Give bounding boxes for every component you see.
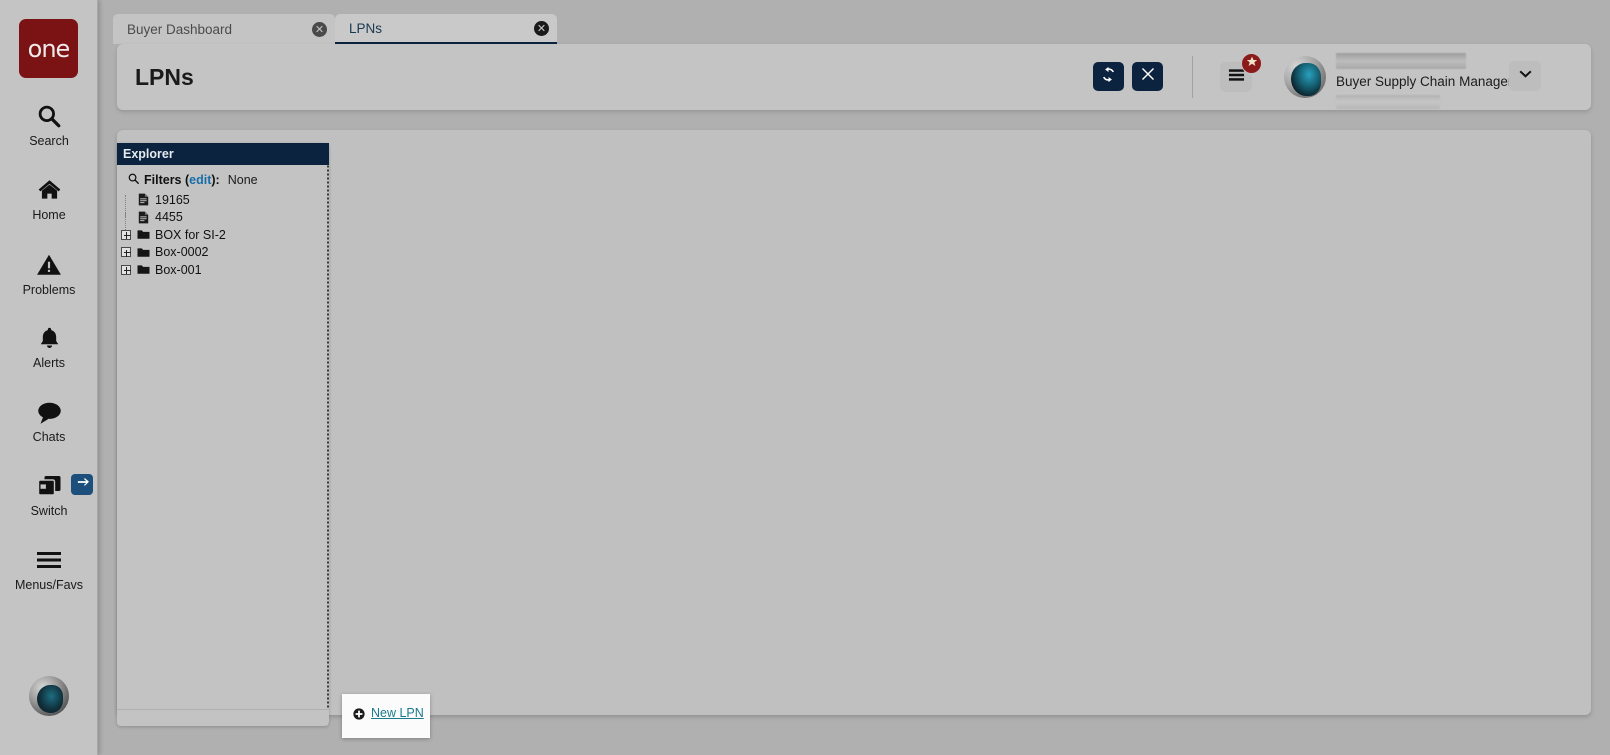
rail-item-label: Menus/Favs	[14, 578, 84, 592]
search-icon	[128, 173, 139, 187]
content-card: Explorer Filters (edit): None 19165 4455…	[117, 130, 1591, 726]
new-lpn-button[interactable]: New LPN	[342, 701, 430, 725]
rail-avatar[interactable]	[29, 676, 69, 716]
chat-bubble-icon	[0, 396, 98, 428]
switch-exchange-badge[interactable]	[71, 474, 93, 495]
hamburger-icon	[0, 544, 98, 576]
tree-item-box-0002[interactable]: Box-0002	[117, 244, 329, 262]
user-menu-button[interactable]	[1509, 61, 1541, 91]
left-nav-rail: one Search Home Problems Alerts Chats Sw…	[0, 0, 98, 755]
rail-item-problems[interactable]: Problems	[0, 249, 98, 297]
rail-item-label: Alerts	[33, 356, 65, 370]
new-lpn-label: New LPN	[371, 706, 424, 720]
rail-item-search[interactable]: Search	[0, 100, 98, 148]
rail-item-label: Problems	[22, 283, 76, 297]
rail-item-chats[interactable]: Chats	[0, 396, 98, 444]
explorer-panel: Explorer Filters (edit): None 19165 4455…	[117, 143, 329, 726]
rail-item-menus-favs[interactable]: Menus/Favs	[0, 544, 98, 592]
tree-item-label: 4455	[155, 210, 183, 225]
close-page-button[interactable]	[1132, 62, 1163, 91]
expand-toggle-icon[interactable]	[121, 247, 131, 258]
rail-item-label: Switch	[30, 504, 68, 518]
refresh-icon	[1100, 66, 1117, 88]
expand-toggle-icon[interactable]	[121, 229, 131, 240]
rail-item-label: Chats	[32, 430, 66, 444]
filters-edit-link[interactable]: edit	[189, 173, 211, 187]
rail-item-label: Search	[29, 134, 69, 148]
folder-icon	[135, 264, 151, 275]
explorer-title: Explorer	[117, 143, 329, 165]
rail-item-alerts[interactable]: Alerts	[0, 322, 98, 370]
warning-triangle-icon	[0, 249, 98, 281]
filters-row: Filters (edit): None	[117, 171, 329, 189]
refresh-button[interactable]	[1093, 62, 1124, 91]
tree-item-box-001[interactable]: Box-001	[117, 261, 329, 279]
star-icon	[1246, 55, 1258, 73]
app-logo[interactable]: one	[19, 19, 78, 78]
explorer-footer	[117, 709, 329, 726]
tab-buyer-dashboard[interactable]: Buyer Dashboard ✕	[113, 14, 335, 44]
document-icon	[135, 211, 151, 224]
chevron-down-icon	[1518, 67, 1533, 85]
rail-item-home[interactable]: Home	[0, 174, 98, 222]
header-divider	[1192, 56, 1193, 98]
close-circle-icon[interactable]: ✕	[534, 20, 549, 36]
tree-item-box-for-si-2[interactable]: BOX for SI-2	[117, 226, 329, 244]
tree-item-label: 19165	[155, 192, 190, 207]
page-title: LPNs	[135, 64, 194, 90]
avatar[interactable]	[1284, 56, 1326, 98]
document-icon	[135, 193, 151, 206]
bell-icon	[0, 322, 98, 354]
folder-icon	[135, 229, 151, 240]
tab-lpns[interactable]: LPNs ✕	[335, 14, 557, 44]
user-name-redacted	[1336, 53, 1466, 69]
filters-label: Filters (	[144, 173, 190, 187]
tab-label: Buyer Dashboard	[127, 21, 233, 37]
hamburger-icon	[1228, 68, 1245, 87]
tree-item-label: Box-0002	[155, 245, 209, 260]
rail-item-label: Home	[32, 208, 66, 222]
home-icon	[0, 174, 98, 206]
tab-bar: Buyer Dashboard ✕ LPNs ✕	[98, 0, 1610, 44]
new-lpn-popup: New LPN	[342, 694, 430, 738]
search-icon	[0, 100, 98, 132]
tree-item-label: Box-001	[155, 262, 202, 277]
tree-item-label: BOX for SI-2	[155, 227, 226, 242]
expand-toggle-icon[interactable]	[121, 264, 131, 275]
tab-label: LPNs	[349, 20, 383, 36]
app-logo-text: one	[27, 34, 71, 63]
exchange-arrows-icon	[76, 476, 89, 494]
plus-circle-icon	[353, 707, 365, 720]
user-role-label: Buyer Supply Chain Manager	[1336, 74, 1513, 89]
x-icon	[1141, 67, 1155, 86]
page-header-card: LPNs Buyer Supply Chain Manager	[117, 44, 1591, 110]
tree-item-4455[interactable]: 4455	[117, 209, 329, 235]
favorites-badge[interactable]	[1241, 53, 1262, 74]
close-circle-icon[interactable]: ✕	[312, 21, 327, 37]
user-org-redacted	[1336, 95, 1440, 109]
page-body: Buyer Dashboard ✕ LPNs ✕ LPNs Buyer Supp…	[98, 0, 1610, 755]
filters-label-end: ):	[211, 173, 220, 187]
tree-item-19165[interactable]: 19165	[117, 191, 329, 217]
folder-icon	[135, 247, 151, 258]
explorer-tree: 19165 4455 BOX for SI-2 Box-0002 Box-001	[117, 191, 329, 279]
filters-value: None	[227, 173, 258, 187]
